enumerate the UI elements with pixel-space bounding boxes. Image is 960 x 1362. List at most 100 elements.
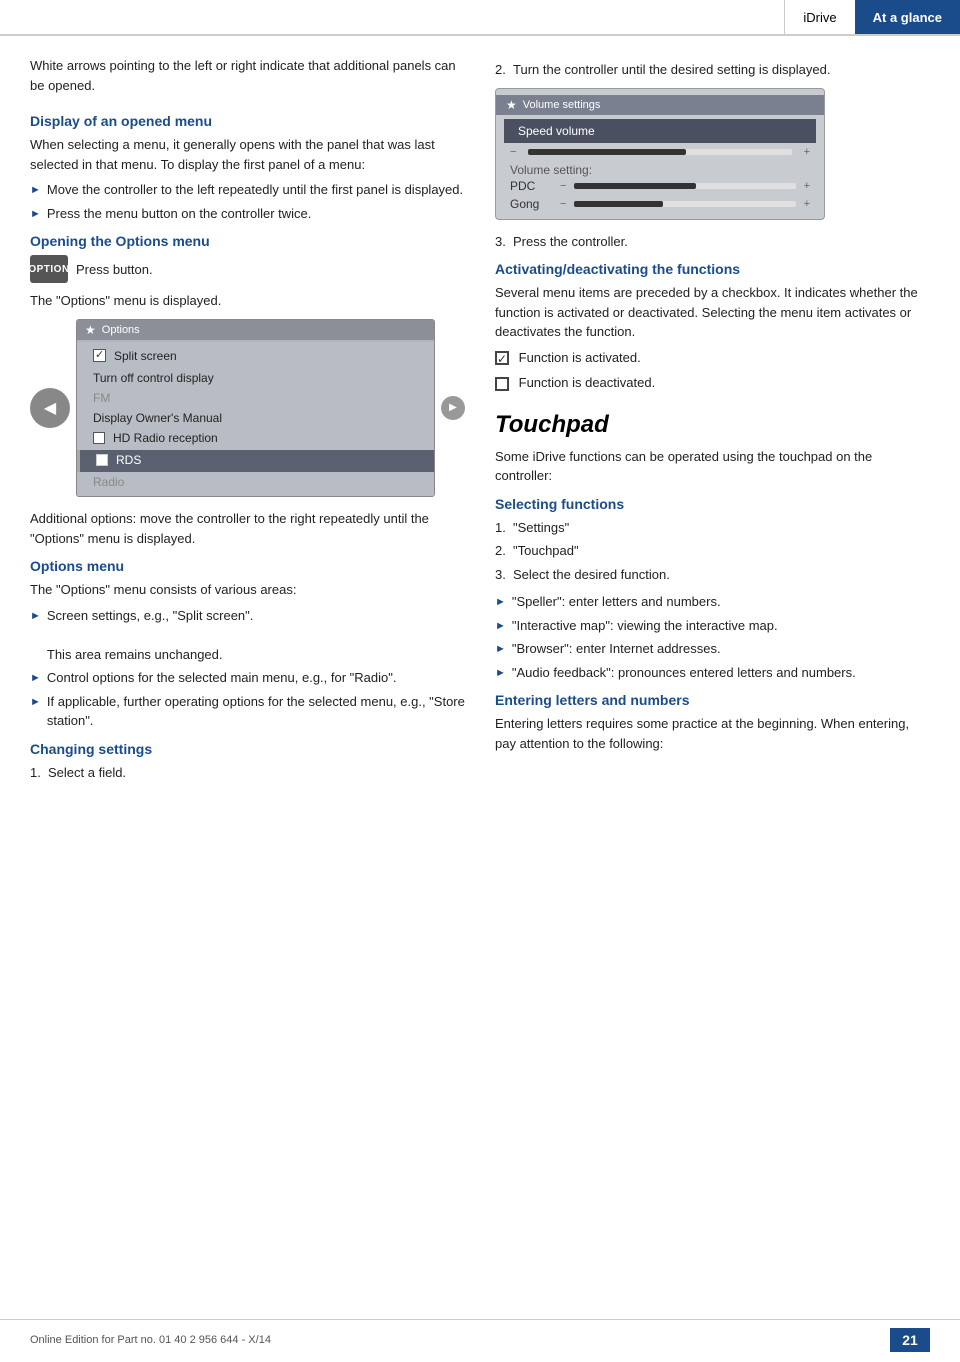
section-heading-entering: Entering letters and numbers [495,692,930,708]
menu-item-turnoff: Turn off control display [77,368,434,388]
step-item: 1. "Settings" [495,518,930,538]
selecting-functions-steps: 1. "Settings" 2. "Touchpad" 3. Select th… [495,518,930,585]
options-menu-bullets: ► Screen settings, e.g., "Split screen".… [30,606,465,731]
changing-settings-steps: 1. Select a field. [30,763,465,783]
section-heading-options: Opening the Options menu [30,233,465,249]
minus-icon: − [560,198,566,210]
ataglance-label: At a glance [873,10,942,25]
idrive-label: iDrive [803,10,836,25]
bullet-item: ► Screen settings, e.g., "Split screen".… [30,606,465,665]
main-content: White arrows pointing to the left or rig… [0,36,960,810]
menu-item-splitscreen: ✓ Split screen [77,346,434,369]
section-heading-display: Display of an opened menu [30,113,465,129]
bullet-triangle-icon: ► [30,694,41,711]
bullet-triangle-icon: ► [30,670,41,687]
right-step3: 3. Press the controller. [495,232,930,252]
display-menu-bullets: ► Move the controller to the left repeat… [30,180,465,223]
volume-screenshot: ★ Volume settings Speed volume − + Volum… [495,88,825,220]
plus-icon: + [804,146,810,158]
pdc-slider-fill [574,183,696,189]
menu-item-owners-manual: Display Owner's Manual [77,408,434,428]
press-button-line: OPTION Press button. [30,255,465,283]
options-menu-screenshot: ◀ ★ Options ✓ Split screen [30,319,465,498]
speed-volume-slider-row: − + [496,145,824,159]
left-column: White arrows pointing to the left or rig… [30,56,465,790]
options-additional-text: Additional options: move the controller … [30,509,465,548]
bullet-item: ► Press the menu button on the controlle… [30,204,465,224]
controller-right-icon: ▶ [441,396,465,420]
press-button-text: Press button. [76,262,153,277]
gong-slider [574,201,795,207]
empty-checkbox-icon [495,377,509,391]
func-deactivated-line: Function is deactivated. [495,373,930,393]
touchpad-heading: Touchpad [495,411,930,439]
bullet-item: ► If applicable, further operating optio… [30,692,465,731]
step-item: 1. Select a field. [30,763,465,783]
intro-text: White arrows pointing to the left or rig… [30,56,465,95]
func-activated-line: Function is activated. [495,348,930,368]
right-steps-top: 2. Turn the controller until the desired… [495,60,930,80]
bullet-triangle-icon: ► [30,182,41,199]
bullet-item: ► "Browser": enter Internet addresses. [495,639,930,659]
activating-text: Several menu items are preceded by a che… [495,283,930,342]
display-menu-text: When selecting a menu, it generally open… [30,135,465,174]
gong-row: Gong − + [496,195,824,213]
menu-item-radio: Radio [77,472,434,492]
volume-settings-title: Volume settings [523,99,601,111]
step-item: 2. Turn the controller until the desired… [495,60,930,80]
speed-volume-slider [528,149,791,155]
entering-text: Entering letters requires some practice … [495,714,930,753]
bullet-item: ► "Interactive map": viewing the interac… [495,616,930,636]
bullet-item: ► Control options for the selected main … [30,668,465,688]
step-item: 3. Press the controller. [495,232,930,252]
menu-title-bar: ★ Options [77,320,434,340]
menu-item-rds: RDS [77,450,434,472]
touchpad-text: Some iDrive functions can be operated us… [495,447,930,486]
bullet-item: ► Move the controller to the left repeat… [30,180,465,200]
menu-item-hdradio: HD Radio reception [77,428,434,450]
pdc-row: PDC − + [496,177,824,195]
section-heading-options-menu: Options menu [30,558,465,574]
page-number: 21 [890,1328,930,1352]
volume-title-bar: ★ Volume settings [496,95,824,115]
bullet-triangle-icon: ► [30,608,41,625]
menu-items-area: ✓ Split screen Turn off control display … [77,342,434,497]
volume-settings-icon: ★ [506,98,517,112]
options-displayed-text: The "Options" menu is displayed. [30,291,465,311]
bullet-item: ► "Audio feedback": pronounces entered l… [495,663,930,683]
volume-setting-label: Volume setting: [496,159,824,177]
bullet-triangle-icon: ► [495,618,506,635]
header-idrive: iDrive [784,0,854,34]
minus-icon: − [510,146,516,158]
step-item: 2. "Touchpad" [495,541,930,561]
pdc-slider [574,183,795,189]
section-heading-changing: Changing settings [30,741,465,757]
selecting-functions-bullets: ► "Speller": enter letters and numbers. … [495,592,930,682]
checked-checkbox-icon [495,351,509,365]
step-item: 3. Select the desired function. [495,565,930,585]
page-footer: Online Edition for Part no. 01 40 2 956 … [0,1319,960,1352]
plus-icon: + [804,180,810,192]
menu-item-fm: FM [77,388,434,408]
bullet-item: ► "Speller": enter letters and numbers. [495,592,930,612]
section-heading-activating: Activating/deactivating the functions [495,261,930,277]
option-button-image: OPTION [30,255,68,283]
bullet-triangle-icon: ► [495,641,506,658]
plus-icon: + [804,198,810,210]
footer-text: Online Edition for Part no. 01 40 2 956 … [30,1334,271,1346]
controller-left-icon: ◀ [30,388,70,428]
section-heading-selecting: Selecting functions [495,496,930,512]
menu-body: ★ Options ✓ Split screen Turn [76,319,435,498]
speed-volume-row: Speed volume [504,119,816,143]
bullet-triangle-icon: ► [30,206,41,223]
menu-star-icon: ★ [85,323,96,337]
options-menu-text: The "Options" menu consists of various a… [30,580,465,600]
header-ataglance: At a glance [855,0,960,34]
minus-icon: − [560,180,566,192]
speed-volume-label: Speed volume [518,124,595,138]
bullet-triangle-icon: ► [495,594,506,611]
right-column: 2. Turn the controller until the desired… [495,56,930,790]
page-header: iDrive At a glance [0,0,960,36]
bullet-triangle-icon: ► [495,665,506,682]
gong-slider-fill [574,201,662,207]
